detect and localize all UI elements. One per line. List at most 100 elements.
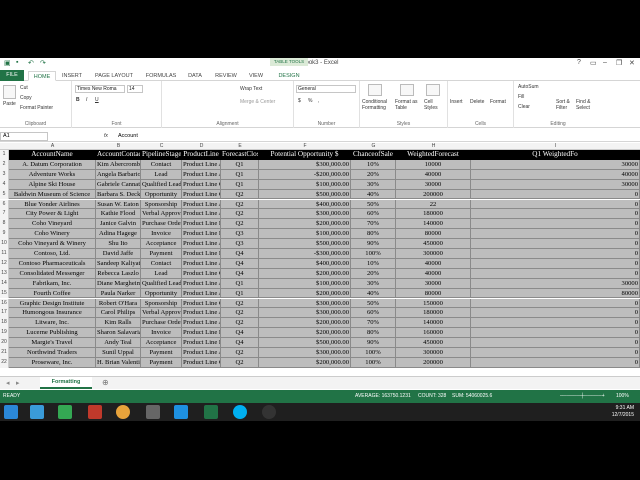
table-cell[interactable]: Adina Hagege: [96, 229, 141, 240]
table-cell[interactable]: 140000: [396, 219, 471, 230]
table-cell[interactable]: 40000: [396, 169, 471, 180]
system-clock[interactable]: 9:31 AM 12/7/2015: [612, 405, 634, 419]
table-cell[interactable]: Sunil Uppal: [96, 348, 141, 358]
row-number[interactable]: 12: [0, 258, 9, 269]
table-cell[interactable]: $100,000.00: [259, 229, 351, 240]
conditional-formatting-icon[interactable]: [368, 84, 382, 96]
row-number[interactable]: 6: [0, 199, 9, 210]
table-cell[interactable]: Fourth Coffee: [9, 288, 96, 299]
column-header[interactable]: C: [141, 143, 182, 150]
row-number[interactable]: 15: [0, 288, 9, 299]
table-cell[interactable]: 300000: [396, 348, 471, 358]
column-header[interactable]: B: [96, 143, 141, 150]
table-cell[interactable]: 40000: [396, 258, 471, 269]
restore-icon[interactable]: ❐: [616, 59, 622, 67]
table-cell[interactable]: Fabrikam, Inc.: [9, 278, 96, 289]
table-cell[interactable]: 50%: [351, 298, 396, 309]
internet-explorer-icon[interactable]: [174, 405, 188, 419]
header-cell[interactable]: AccountName: [9, 150, 96, 160]
table-cell[interactable]: 40000: [471, 169, 640, 180]
italic-button[interactable]: I: [86, 97, 87, 103]
table-cell[interactable]: 0: [471, 357, 640, 368]
sheet-tab-formatting[interactable]: Formatting: [40, 377, 92, 389]
table-cell[interactable]: Diane Margheim: [96, 278, 141, 289]
row-number[interactable]: 11: [0, 249, 9, 259]
skype-icon[interactable]: [233, 405, 247, 419]
table-cell[interactable]: 160000: [396, 328, 471, 339]
table-cell[interactable]: Sandeep Kaliyath: [96, 258, 141, 269]
table-cell[interactable]: Q3: [221, 229, 259, 240]
table-cell[interactable]: 60%: [351, 209, 396, 220]
table-cell[interactable]: 40%: [351, 288, 396, 299]
table-cell[interactable]: $500,000.00: [259, 239, 351, 249]
table-cell[interactable]: Product Line A: [182, 169, 221, 180]
table-cell[interactable]: 30%: [351, 179, 396, 190]
tab-review[interactable]: REVIEW: [210, 71, 242, 81]
table-cell[interactable]: Product Line B: [182, 219, 221, 230]
table-cell[interactable]: 0: [471, 298, 640, 309]
table-cell[interactable]: 450000: [396, 239, 471, 249]
column-header[interactable]: G: [351, 143, 396, 150]
table-cell[interactable]: Product Line A: [182, 159, 221, 170]
table-cell[interactable]: Consolidated Messenger: [9, 268, 96, 279]
excel-taskbar-icon[interactable]: [204, 405, 218, 419]
table-cell[interactable]: Product Line C: [182, 179, 221, 190]
zoom-slider[interactable]: –─────┼─────+: [560, 390, 605, 403]
insert-button[interactable]: Insert: [450, 99, 463, 105]
table-cell[interactable]: Q1: [221, 288, 259, 299]
header-cell[interactable]: Q1 WeightedFo: [471, 150, 640, 160]
table-cell[interactable]: $400,000.00: [259, 199, 351, 210]
table-cell[interactable]: Contoso Pharmaceuticals: [9, 258, 96, 269]
copy-button[interactable]: Copy: [20, 95, 32, 101]
table-cell[interactable]: Q4: [221, 328, 259, 339]
row-number[interactable]: 2: [0, 159, 9, 170]
table-cell[interactable]: Qualified Lead: [141, 179, 182, 190]
table-cell[interactable]: Gabriele Cannata: [96, 179, 141, 190]
table-cell[interactable]: Q2: [221, 357, 259, 368]
table-cell[interactable]: 0: [471, 258, 640, 269]
table-cell[interactable]: 40%: [351, 189, 396, 200]
table-cell[interactable]: Payment: [141, 249, 182, 259]
table-cell[interactable]: Litware, Inc.: [9, 318, 96, 329]
row-number[interactable]: 1: [0, 150, 9, 160]
table-cell[interactable]: 450000: [396, 338, 471, 348]
table-cell[interactable]: Q1: [221, 159, 259, 170]
table-cell[interactable]: Kim Abercrombie: [96, 159, 141, 170]
tab-design[interactable]: DESIGN: [272, 71, 306, 81]
header-cell[interactable]: PipelineStage: [141, 150, 182, 160]
table-cell[interactable]: Opportunity: [141, 189, 182, 200]
table-cell[interactable]: Product Line A: [182, 318, 221, 329]
table-cell[interactable]: Invoice: [141, 229, 182, 240]
row-number[interactable]: 16: [0, 298, 9, 309]
table-cell[interactable]: Product Line A: [182, 348, 221, 358]
table-cell[interactable]: Product Line A: [182, 288, 221, 299]
underline-button[interactable]: U: [95, 97, 99, 103]
table-cell[interactable]: Shu Ito: [96, 239, 141, 249]
table-cell[interactable]: H. Brian Valentine: [96, 357, 141, 368]
table-cell[interactable]: Coho Vineyard: [9, 219, 96, 230]
table-cell[interactable]: $500,000.00: [259, 338, 351, 348]
format-painter-button[interactable]: Format Painter: [20, 105, 53, 111]
table-cell[interactable]: 0: [471, 209, 640, 220]
paste-button[interactable]: Paste: [3, 101, 16, 107]
table-cell[interactable]: Lead: [141, 169, 182, 180]
table-cell[interactable]: Barbara S. Decker: [96, 189, 141, 200]
comma-button[interactable]: ,: [318, 98, 319, 104]
table-cell[interactable]: Rebecca Laszlo: [96, 268, 141, 279]
table-cell[interactable]: $300,000.00: [259, 159, 351, 170]
table-cell[interactable]: 200000: [396, 189, 471, 200]
google-drive-icon[interactable]: [58, 405, 72, 419]
table-cell[interactable]: 30000: [396, 179, 471, 190]
table-cell[interactable]: City Power & Light: [9, 209, 96, 220]
column-header[interactable]: E: [221, 143, 259, 150]
table-cell[interactable]: $200,000.00: [259, 219, 351, 230]
table-cell[interactable]: 180000: [396, 308, 471, 319]
table-cell[interactable]: 20%: [351, 268, 396, 279]
row-number[interactable]: 8: [0, 219, 9, 230]
currency-button[interactable]: $: [298, 98, 301, 104]
cut-button[interactable]: Cut: [20, 85, 28, 91]
table-cell[interactable]: 0: [471, 338, 640, 348]
row-number[interactable]: 14: [0, 278, 9, 289]
table-cell[interactable]: Sponsorship: [141, 298, 182, 309]
column-header[interactable]: F: [259, 143, 351, 150]
